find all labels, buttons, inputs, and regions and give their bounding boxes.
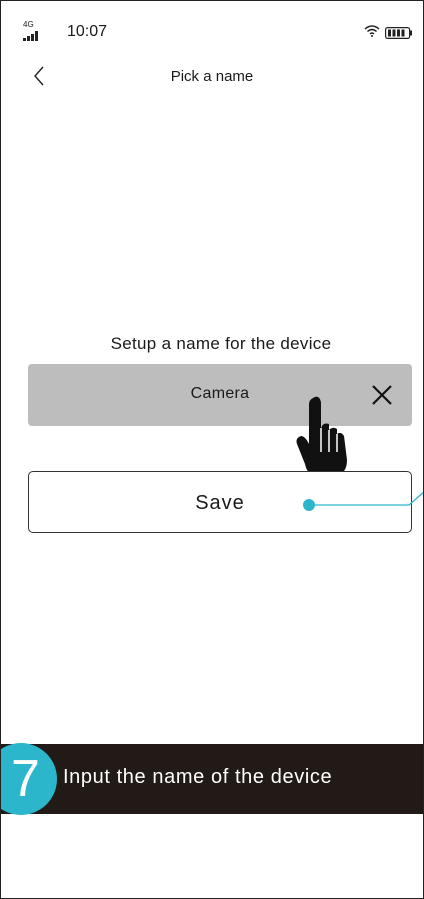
callout-pointer bbox=[303, 491, 423, 511]
network-type: 4G bbox=[23, 20, 34, 29]
signal-icon: 4G bbox=[23, 20, 43, 41]
wifi-icon bbox=[364, 25, 380, 37]
close-icon[interactable] bbox=[371, 384, 393, 406]
instruction-banner: 7 Input the name of the device bbox=[1, 743, 423, 815]
phone-screen: 4G 10:07 Pick a name Setup a name for th… bbox=[0, 0, 424, 899]
device-name-value: Camera bbox=[190, 385, 250, 402]
step-badge: 7 bbox=[1, 743, 57, 815]
step-number: 7 bbox=[11, 750, 40, 808]
pointing-hand-icon bbox=[296, 396, 347, 476]
status-time: 10:07 bbox=[67, 23, 108, 40]
device-name-input[interactable]: Camera bbox=[28, 364, 412, 426]
name-field-label: Setup a name for the device bbox=[110, 334, 332, 353]
battery-icon bbox=[385, 27, 412, 39]
instruction-text: Input the name of the device bbox=[63, 766, 333, 788]
status-bar: 4G 10:07 bbox=[1, 1, 423, 63]
page-title: Pick a name bbox=[170, 68, 254, 85]
